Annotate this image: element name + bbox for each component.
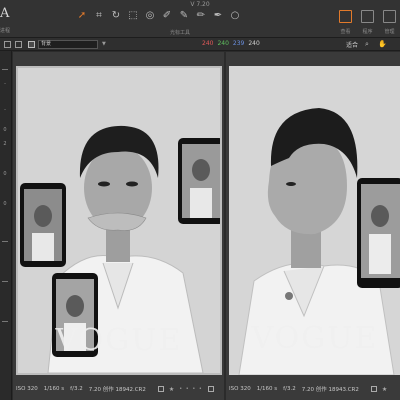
photo-right[interactable]: VOGUE (229, 66, 400, 375)
app-logo: A (0, 6, 10, 21)
manage-workspace-icon[interactable] (383, 10, 396, 23)
aperture-value: f/3.2 (70, 386, 83, 392)
single-view-icon[interactable] (4, 41, 11, 48)
left-sidebar: - - 0 2 0 0 (0, 51, 12, 400)
file-name: 7.20 创作 18943.CR2 (301, 387, 359, 393)
background-select[interactable]: 背景 (38, 40, 98, 49)
keystone-tool-icon[interactable]: ⬚ (127, 10, 139, 22)
sidebar-divider (2, 69, 8, 70)
rating-dots-icon[interactable]: • • • • (179, 386, 203, 393)
sidebar-mark: - (4, 107, 6, 113)
viewer-pane-right[interactable]: VOGUE ISO 320 1/160 s f/3.2 7.20 创作 1894… (226, 52, 400, 400)
view-caption: 查看 (340, 29, 351, 35)
gradient-tool-icon[interactable]: ✒ (212, 10, 224, 22)
iso-value: ISO 320 (16, 386, 38, 392)
process-caption: 程序 (362, 29, 373, 35)
workspace-captions: 查看 程序 管理 (339, 28, 396, 35)
blue-value: 239 (232, 40, 245, 47)
workspace-buttons (339, 10, 396, 23)
star-icon[interactable]: ★ (382, 386, 387, 393)
eyedropper-tool-icon[interactable]: ✐ (161, 10, 173, 22)
sidebar-divider (2, 241, 8, 242)
sidebar-mark: - (4, 81, 6, 87)
aperture-value: f/3.2 (283, 386, 296, 392)
background-checkbox[interactable] (28, 41, 35, 48)
file-name: 7.20 创作 18942.CR2 (88, 387, 146, 393)
shutter-value: 1/160 s (43, 386, 65, 392)
sidebar-mark: 2 (3, 141, 7, 147)
manage-caption: 管理 (384, 29, 395, 35)
select-box-icon[interactable] (370, 385, 377, 392)
sidebar-divider (2, 281, 8, 282)
eraser-tool-icon[interactable]: ✏ (195, 10, 207, 22)
vogue-watermark: VOGUE (251, 321, 379, 356)
photo-left[interactable]: VOGUE (16, 66, 222, 375)
zoom-icon[interactable]: ⌕ (365, 40, 369, 49)
chevron-down-icon[interactable]: ▼ (102, 41, 106, 47)
tools-caption: 光标工具 (169, 30, 190, 36)
sidebar-mark: 0 (3, 201, 7, 207)
portrait-photo-right: VOGUE (229, 66, 400, 375)
circle-tool-icon[interactable]: ○ (229, 10, 241, 22)
star-icon[interactable]: ★ (169, 386, 174, 393)
alpha-value: 240 (248, 40, 260, 47)
view-workspace-icon[interactable] (339, 10, 352, 23)
select-box-icon[interactable] (157, 385, 164, 392)
rating-controls: ★ • • • • (157, 385, 214, 393)
rating-controls: ★ (370, 385, 387, 393)
app-sub-label: 进程 (0, 28, 11, 34)
window-title: V 7.20 (190, 1, 210, 8)
fit-zoom-button[interactable]: 适合 (346, 40, 358, 49)
brush-tool-icon[interactable]: ✎ (178, 10, 190, 22)
cursor-tools: ➚ ⌗ ↻ ⬚ ◎ ✐ ✎ ✏ ✒ ○ (76, 10, 241, 26)
iso-value: ISO 320 (229, 386, 251, 392)
select-tool-icon[interactable]: ➚ (76, 10, 88, 22)
sidebar-mark: 0 (3, 127, 7, 133)
red-value: 240 (202, 40, 214, 47)
viewer-toolbar: 背景 ▼ 240 240 239 240 适合 ⌕ ✋ (0, 38, 400, 51)
vogue-watermark: VOGUE (55, 323, 183, 358)
portrait-photo-left: VOGUE (18, 68, 220, 373)
process-workspace-icon[interactable] (361, 10, 374, 23)
rotate-tool-icon[interactable]: ↻ (110, 10, 122, 22)
top-toolbar: V 7.20 A 进程 ➚ ⌗ ↻ ⬚ ◎ ✐ ✎ ✏ ✒ ○ 光标工具 查看 … (0, 0, 400, 38)
green-value: 240 (217, 40, 229, 47)
sidebar-divider (2, 321, 8, 322)
sidebar-mark: 0 (3, 171, 7, 177)
viewer-pane-left[interactable]: VOGUE ISO 320 1/160 s f/3.2 7.20 创作 1894… (13, 52, 224, 400)
multi-view-icon[interactable] (15, 41, 22, 48)
color-tag-icon[interactable] (207, 385, 214, 392)
crop-tool-icon[interactable]: ⌗ (93, 10, 105, 22)
rgb-readout: 240 240 239 240 (202, 40, 260, 47)
photo-caption-left: ISO 320 1/160 s f/3.2 7.20 创作 18942.CR2 … (13, 380, 214, 398)
photo-caption-right: ISO 320 1/160 s f/3.2 7.20 创作 18943.CR2 … (226, 380, 387, 398)
shutter-value: 1/160 s (256, 386, 278, 392)
spot-tool-icon[interactable]: ◎ (144, 10, 156, 22)
hand-icon[interactable]: ✋ (378, 40, 387, 48)
